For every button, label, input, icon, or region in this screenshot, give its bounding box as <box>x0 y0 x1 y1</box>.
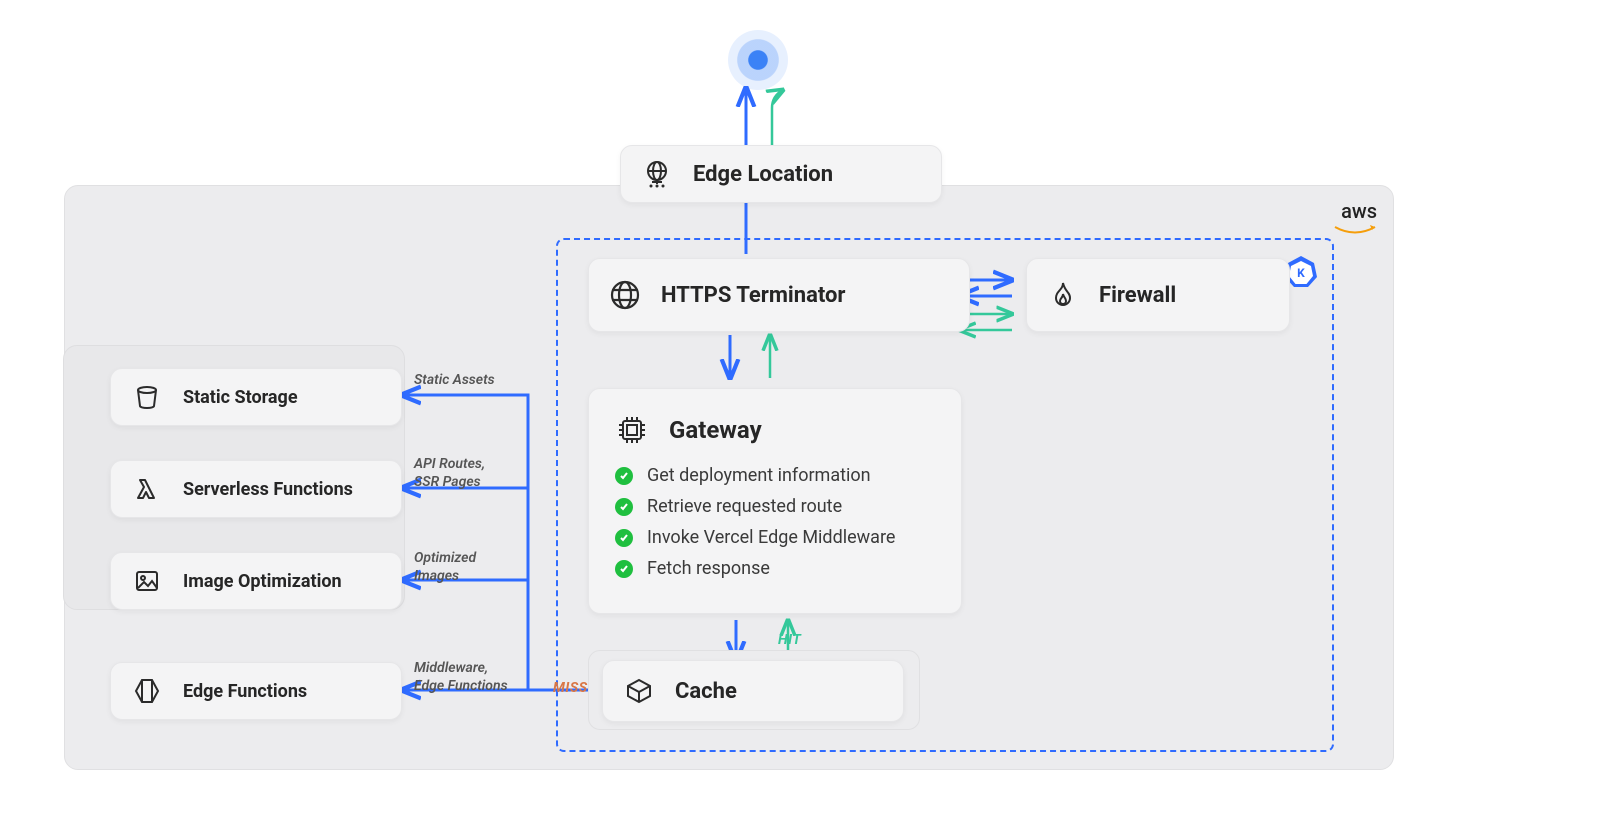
node-static-storage: Static Storage <box>110 368 402 426</box>
gateway-step-label: Invoke Vercel Edge Middleware <box>647 527 895 548</box>
edge-label-miss: MISS <box>553 680 588 696</box>
flame-icon <box>1047 279 1079 311</box>
node-label: Cache <box>675 679 737 704</box>
gateway-step-label: Retrieve requested route <box>647 496 842 517</box>
cpu-icon <box>615 413 649 447</box>
node-label: Gateway <box>669 416 762 444</box>
aws-label: aws <box>1341 199 1377 223</box>
gateway-step-label: Get deployment information <box>647 465 871 486</box>
edge-label-hit: HIT <box>778 632 801 648</box>
check-icon <box>615 529 633 547</box>
edge-label-api: API Routes, SSR Pages <box>414 456 485 491</box>
node-gateway: Gateway Get deployment information Retri… <box>588 388 962 614</box>
node-image-optimization: Image Optimization <box>110 552 402 610</box>
gateway-step: Fetch response <box>615 558 935 579</box>
globe-network-icon <box>641 158 673 190</box>
svg-text:K: K <box>1297 266 1305 280</box>
node-label: HTTPS Terminator <box>661 283 845 308</box>
edge-label-mw: Middleware, Edge Functions <box>414 660 508 695</box>
node-cache: Cache <box>602 660 904 722</box>
node-label: Firewall <box>1099 283 1176 308</box>
node-label: Image Optimization <box>183 571 342 592</box>
gateway-step: Retrieve requested route <box>615 496 935 517</box>
node-label: Edge Location <box>693 162 833 187</box>
image-icon <box>131 565 163 597</box>
edge-label-static: Static Assets <box>414 372 495 390</box>
node-label: Serverless Functions <box>183 479 353 500</box>
lambda-icon <box>131 473 163 505</box>
globe-icon <box>609 279 641 311</box>
node-label: Static Storage <box>183 387 298 408</box>
check-icon <box>615 560 633 578</box>
box-icon <box>623 675 655 707</box>
signal-pulse-icon <box>728 30 788 90</box>
gateway-step-label: Fetch response <box>647 558 770 579</box>
node-edge-functions: Edge Functions <box>110 662 402 720</box>
node-firewall: Firewall <box>1026 258 1290 332</box>
node-label: Edge Functions <box>183 681 307 702</box>
bucket-icon <box>131 381 163 413</box>
gateway-step: Get deployment information <box>615 465 935 486</box>
node-https-terminator: HTTPS Terminator <box>588 258 970 332</box>
edge-label-img: Optimized Images <box>414 550 476 585</box>
diagram-canvas: aws K <box>0 0 1600 836</box>
check-icon <box>615 467 633 485</box>
aws-swoosh-icon <box>1333 224 1377 234</box>
gateway-step: Invoke Vercel Edge Middleware <box>615 527 935 548</box>
node-serverless-functions: Serverless Functions <box>110 460 402 518</box>
check-icon <box>615 498 633 516</box>
edge-hex-icon <box>131 675 163 707</box>
node-edge-location: Edge Location <box>620 145 942 203</box>
